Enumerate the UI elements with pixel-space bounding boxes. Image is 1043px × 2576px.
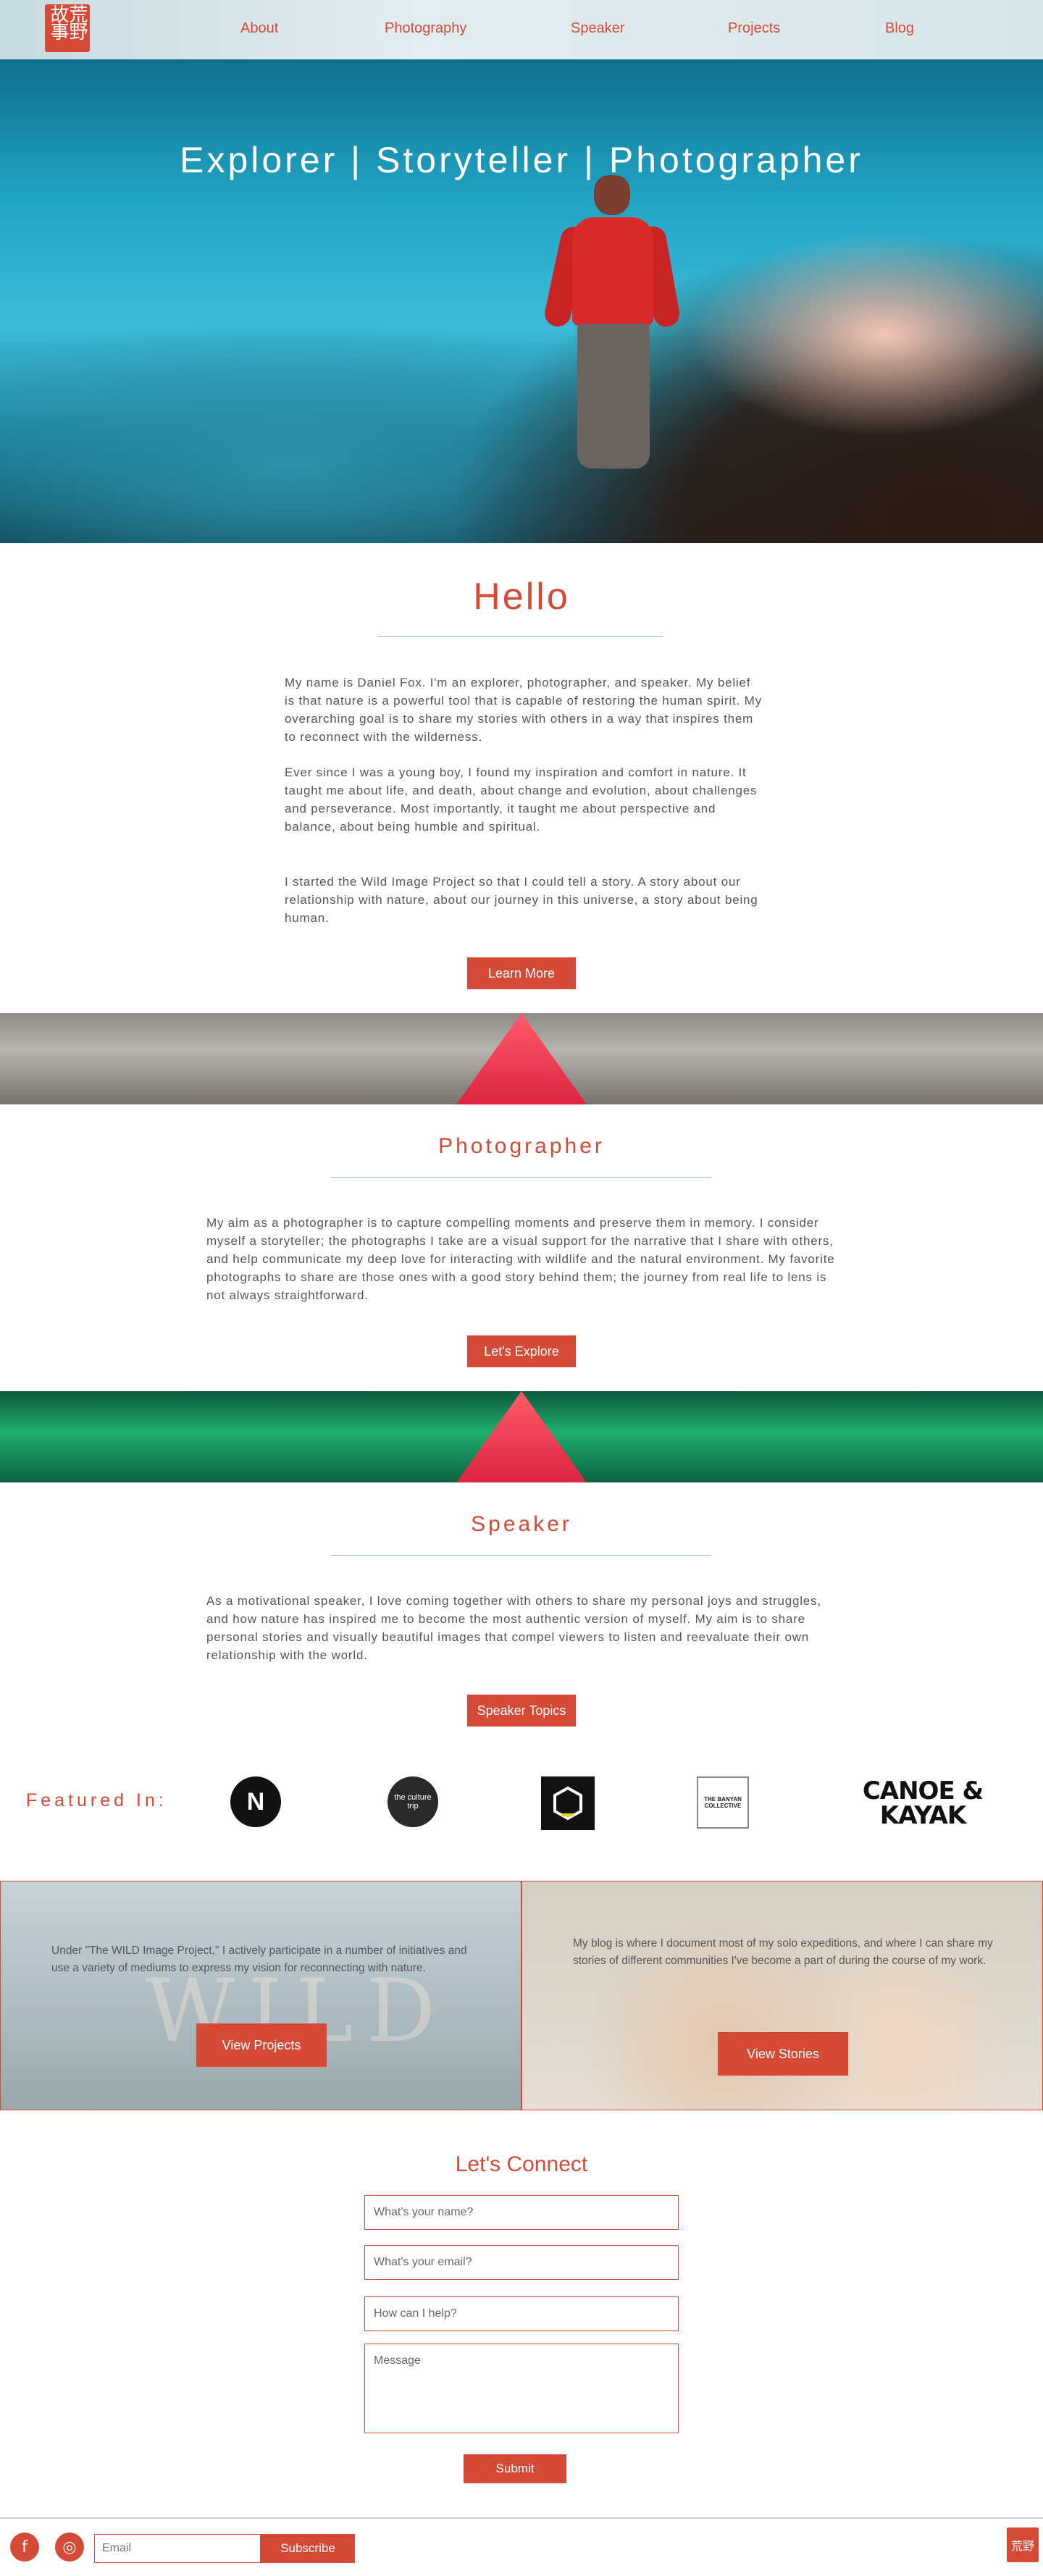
the-culture-trip-logo: the culture trip [388,1776,438,1827]
nav-speaker[interactable]: Speaker [571,20,625,37]
blog-card-text: My blog is where I document most of my s… [573,1937,993,1967]
connect-heading: Let's Connect [455,2152,588,2176]
hexagon-icon [553,1786,582,1821]
speaker-divider [330,1555,711,1556]
top-nav: 荒野故事 About Photography Speaker Projects … [0,0,1043,59]
photographer-divider [330,1177,711,1178]
featured-in-label: Featured In: [26,1790,167,1811]
n-circle-logo: N [230,1776,281,1827]
blog-card: My blog is where I document most of my s… [522,1881,1043,2110]
canoe-kayak-logo-text: CANOE & KAYAK [862,1776,984,1830]
subscribe-button[interactable]: Subscribe [261,2534,355,2563]
email-field[interactable] [364,2245,679,2280]
learn-more-button[interactable]: Learn More [467,957,576,989]
hello-divider [378,636,663,637]
speaker-heading: Speaker [471,1512,572,1536]
kayak-bow [449,1013,594,1104]
kayak-strip-image-2 [0,1391,1043,1482]
hello-paragraph-1: My name is Daniel Fox. I'm an explorer, … [285,676,762,744]
facebook-icon[interactable]: f [10,2533,39,2562]
canoe-kayak-logo: CANOE & KAYAK [852,1774,994,1832]
help-field[interactable] [364,2296,679,2331]
name-field[interactable] [364,2195,679,2230]
hexagon-logo [541,1776,595,1830]
view-stories-button[interactable]: View Stories [718,2032,848,2076]
nav-projects[interactable]: Projects [728,20,780,37]
banyan-collective-logo: THE BANYAN COLLECTIVE [697,1776,749,1829]
message-field[interactable] [364,2344,679,2433]
projects-card: WILD Under "The WILD Image Project," I a… [0,1881,522,2110]
speaker-text: As a motivational speaker, I love coming… [206,1594,821,1662]
banyan-collective-logo-text: THE BANYAN COLLECTIVE [704,1796,742,1809]
instagram-icon-glyph: ◎ [62,2538,77,2556]
footer-logo[interactable]: 荒野 [1007,2527,1039,2562]
footer-divider [0,2517,1043,2519]
nav-blog[interactable]: Blog [885,20,914,37]
kayak-bow [449,1391,594,1482]
speaker-topics-button[interactable]: Speaker Topics [467,1695,576,1727]
hero-title: Explorer | Storyteller | Photographer [180,140,863,180]
hero-image: Explorer | Storyteller | Photographer [0,59,1043,543]
photographer-text: My aim as a photographer is to capture c… [206,1216,835,1302]
photographer-heading: Photographer [438,1134,605,1158]
instagram-icon[interactable]: ◎ [55,2533,84,2562]
facebook-icon-glyph: f [22,2538,28,2556]
footer-logo-text: 荒野 [1010,2539,1034,2553]
projects-card-text: Under "The WILD Image Project," I active… [51,1944,467,1974]
view-projects-button[interactable]: View Projects [196,2023,327,2067]
the-culture-trip-logo-text: the culture trip [394,1793,432,1811]
hello-paragraph-2: Ever since I was a young boy, I found my… [285,765,758,834]
newsletter-email-input[interactable] [94,2534,261,2563]
submit-button[interactable]: Submit [464,2454,566,2483]
n-circle-logo-text: N [246,1787,265,1816]
brand-logo-text: 荒野故事 [47,4,88,39]
brand-logo[interactable]: 荒野故事 [45,4,90,52]
hero-explorer-figure [540,175,684,537]
kayak-strip-image-1 [0,1013,1043,1104]
nav-photography[interactable]: Photography [385,20,466,37]
hello-heading: Hello [473,576,570,618]
lets-explore-button[interactable]: Let's Explore [467,1335,576,1367]
nav-about[interactable]: About [240,20,278,37]
hello-paragraph-3: I started the Wild Image Project so that… [285,875,758,925]
